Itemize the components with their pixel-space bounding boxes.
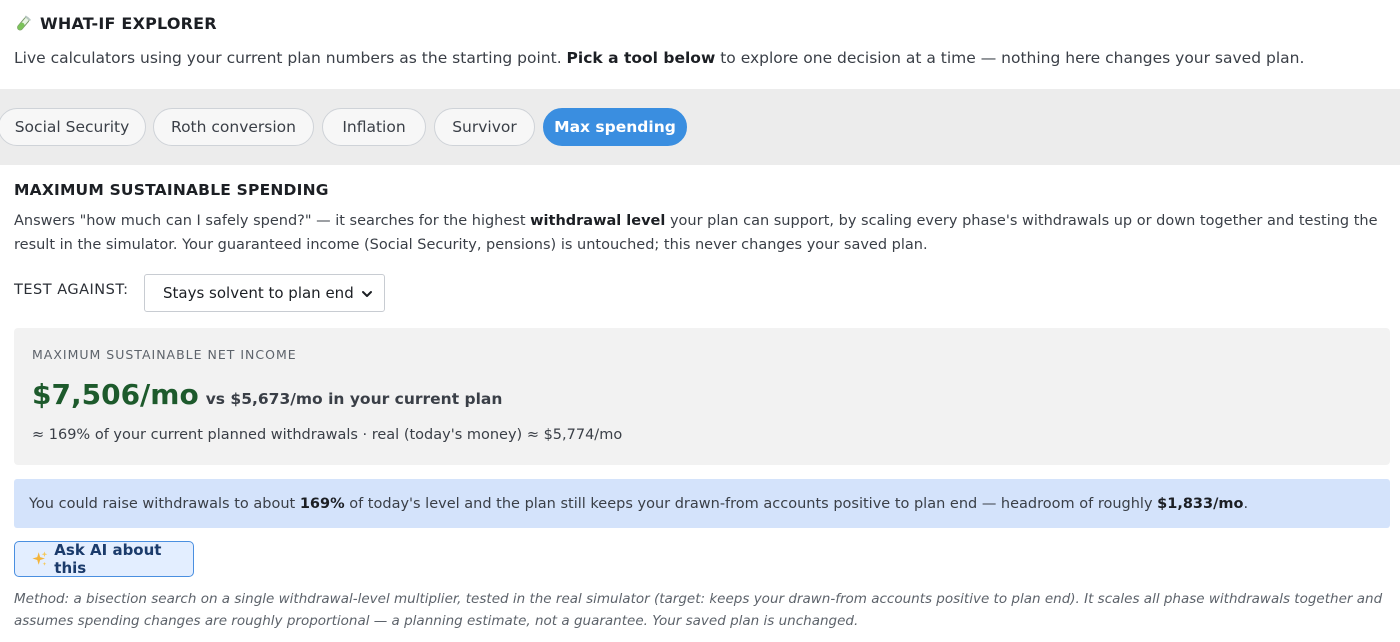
note-end: . (1243, 495, 1249, 512)
intro-post: to explore one decision at a time — noth… (715, 49, 1305, 67)
section-title: MAXIMUM SUSTAINABLE SPENDING (14, 181, 329, 199)
method-footnote: Method: a bisection search on a single w… (14, 591, 1383, 629)
intro-pre: Live calculators using your current plan… (14, 49, 567, 67)
headroom-note: You could raise withdrawals to about 169… (14, 479, 1390, 528)
test-against-value: Stays solvent to plan end (163, 284, 354, 302)
result-card: MAXIMUM SUSTAINABLE NET INCOME $7,506/mo… (14, 328, 1390, 465)
explorer-header: WHAT-IF EXPLORER (14, 14, 217, 33)
tab-inflation[interactable]: Inflation (322, 108, 426, 146)
intro-bold: Pick a tool below (566, 49, 716, 67)
note-headroom: $1,833/mo (1157, 495, 1244, 512)
result-main: $7,506/mo vs $5,673/mo in your current p… (32, 378, 502, 411)
intro-text: Live calculators using your current plan… (14, 49, 1304, 67)
note-pct: 169% (299, 495, 345, 512)
chevron-down-icon (362, 291, 372, 297)
tab-social-security[interactable]: Social Security (0, 108, 146, 146)
result-subtext: ≈ 169% of your current planned withdrawa… (32, 427, 623, 443)
page-title: WHAT-IF EXPLORER (40, 14, 217, 33)
test-against-label: TEST AGAINST: (14, 282, 129, 298)
sparkles-icon (32, 551, 48, 566)
max-income-value: $7,506/mo (32, 378, 199, 411)
tab-max-spending[interactable]: Max spending (543, 108, 687, 146)
tab-survivor[interactable]: Survivor (434, 108, 535, 146)
current-plan-compare: vs $5,673/mo in your current plan (205, 390, 503, 408)
ask-ai-button[interactable]: Ask AI about this (14, 541, 194, 577)
result-kicker: MAXIMUM SUSTAINABLE NET INCOME (32, 347, 297, 362)
section-description: Answers "how much can I safely spend?" —… (14, 209, 1389, 257)
ask-ai-label: Ask AI about this (54, 541, 162, 577)
tab-roth-conversion[interactable]: Roth conversion (153, 108, 314, 146)
note-mid: of today's level and the plan still keep… (349, 495, 1153, 512)
tool-tab-bar: Social Security Roth conversion Inflatio… (0, 89, 1400, 165)
desc-pre: Answers "how much can I safely spend?" —… (14, 213, 531, 229)
test-tube-icon (17, 15, 31, 30)
desc-bold: withdrawal level (530, 213, 666, 229)
note-pre: You could raise withdrawals to about (29, 495, 296, 512)
test-against-select[interactable]: Stays solvent to plan end (144, 274, 385, 312)
